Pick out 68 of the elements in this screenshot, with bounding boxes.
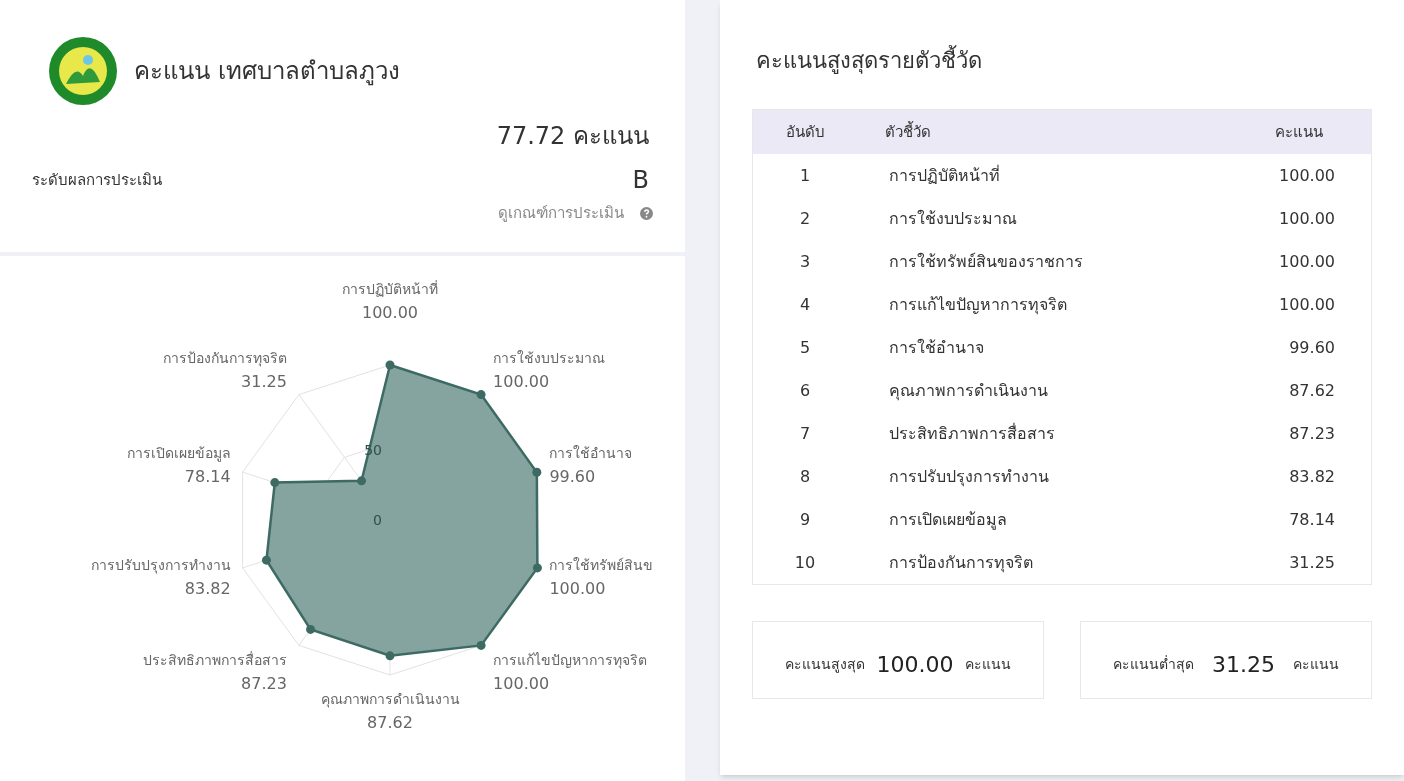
indicator-cell-text: การใช้อำนาจ: [888, 336, 985, 359]
indicator-cell-text: การใช้ทรัพย์สินของราชการ: [888, 250, 1084, 273]
axis-label: การแก้ไขปัญหาการทุจริต: [493, 652, 648, 669]
value-label: 83.82: [184, 578, 231, 598]
score-cell-text: 83.82: [1288, 465, 1336, 488]
emblem-logo: [48, 36, 118, 106]
rank-cell-text: 5: [798, 336, 812, 359]
summary-label: คะแนนต่ำสุด: [1113, 654, 1194, 675]
column-header: คะแนน: [1274, 121, 1324, 143]
rank-cell-text: 4: [798, 293, 812, 316]
grade-label: ระดับผลการประเมิน: [32, 169, 162, 191]
score-cell-text: 100.00: [1278, 207, 1336, 230]
value-label: 99.60: [549, 467, 596, 487]
axis-tick-label: 0: [373, 512, 382, 528]
indicator-cell-text: การป้องกันการทุจริต: [888, 551, 1034, 575]
axis-label: การใช้อำนาจ: [549, 445, 633, 462]
ranking-title: คะแนนสูงสุดรายตัวชี้วัด: [752, 44, 1372, 77]
summary-unit: คะแนน: [965, 654, 1011, 674]
total-score: 77.72 คะแนน: [496, 121, 650, 152]
value-label: 31.25: [241, 371, 287, 391]
score-cell-text: 100.00: [1278, 164, 1336, 187]
indicator-cell-text: คุณภาพการดำเนินงาน: [888, 379, 1049, 403]
rank-cell-text: 8: [798, 465, 812, 488]
axis-label: การปฏิบัติหน้าที่: [342, 281, 438, 297]
page-title: คะแนน เทศบาลตำบลภูวง: [134, 56, 400, 88]
value-label: 100.00: [362, 303, 418, 322]
summary-label: คะแนนสูงสุด: [785, 654, 865, 675]
score-cell-text: 87.62: [1288, 379, 1336, 402]
column-header: อันดับ: [784, 121, 826, 143]
help-icon[interactable]: [640, 206, 653, 220]
axis-label: คุณภาพการดำเนินงาน: [320, 691, 460, 707]
indicator-cell-text: การเปิดเผยข้อมูล: [888, 508, 1008, 532]
axis-label: ประสิทธิภาพการสื่อสาร: [142, 652, 287, 669]
score-cell-text: 100.00: [1278, 293, 1336, 316]
axis-label: การใช้งบประมาณ: [493, 349, 606, 366]
score-cell-text: 78.14: [1288, 508, 1336, 531]
rank-cell-text: 2: [798, 207, 812, 230]
value-label: 87.62: [367, 713, 413, 732]
score-cell-text: 100.00: [1278, 250, 1336, 273]
score-cell-text: 31.25: [1288, 551, 1336, 574]
summary-value: 100.00: [876, 650, 954, 679]
summary-value: 31.25: [1212, 650, 1275, 679]
score-cell-text: 87.23: [1288, 422, 1336, 445]
value-label: 100.00: [493, 371, 550, 391]
axis-label: การป้องกันการทุจริต: [162, 349, 287, 366]
criteria-link[interactable]: ดูเกณฑ์การประเมิน: [498, 202, 624, 225]
rank-cell-text: 1: [798, 164, 812, 187]
summary-unit: คะแนน: [1293, 654, 1339, 674]
indicator-cell-text: ประสิทธิภาพการสื่อสาร: [888, 422, 1056, 445]
indicator-cell-text: การปฏิบัติหน้าที่: [888, 164, 1001, 187]
value-label: 100.00: [549, 578, 606, 598]
rank-cell-text: 10: [793, 551, 817, 574]
value-label: 100.00: [493, 674, 550, 694]
score-cell-text: 99.60: [1288, 336, 1336, 359]
grade: B: [632, 165, 650, 196]
axis-label: การเปิดเผยข้อมูล: [126, 445, 231, 462]
rank-cell-text: 9: [798, 508, 812, 531]
rank-cell-text: 7: [798, 422, 812, 445]
rank-cell-text: 3: [798, 250, 812, 273]
column-header: ตัวชี้วัด: [884, 120, 932, 143]
value-label: 78.14: [184, 467, 231, 487]
rank-cell-text: 6: [798, 379, 812, 402]
value-label: 87.23: [241, 674, 287, 694]
indicator-cell-text: การปรับปรุงการทำงาน: [888, 465, 1050, 489]
indicator-cell-text: การแก้ไขปัญหาการทุจริต: [888, 293, 1068, 317]
axis-label: การใช้ทรัพย์สินข: [549, 556, 654, 573]
axis-label: การปรับปรุงการทำงาน: [90, 556, 231, 573]
indicator-cell-text: การใช้งบประมาณ: [888, 207, 1018, 230]
